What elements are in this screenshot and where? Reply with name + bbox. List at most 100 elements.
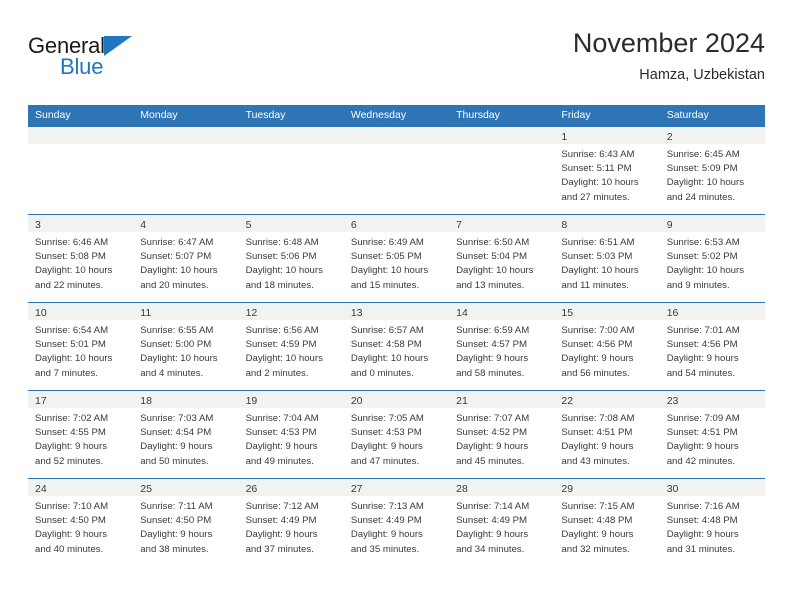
daylight-line-2: and 4 minutes. — [140, 367, 204, 379]
day-number-bar: 15 — [554, 303, 660, 320]
day-cell[interactable]: 16 Sunrise: 7:01 AM Sunset: 4:56 PM Dayl… — [659, 303, 765, 390]
daylight-line-1: Daylight: 10 hours — [35, 353, 113, 365]
sunset-line: Sunset: 5:00 PM — [140, 339, 212, 351]
day-number-bar: 29 — [554, 479, 660, 496]
day-number-bar: 17 — [28, 391, 134, 408]
day-cell[interactable]: 27 Sunrise: 7:13 AM Sunset: 4:49 PM Dayl… — [343, 479, 450, 566]
day-cell[interactable]: 13 Sunrise: 6:57 AM Sunset: 4:58 PM Dayl… — [343, 303, 450, 390]
day-number-bar: 19 — [238, 391, 344, 408]
day-cell[interactable]: 20 Sunrise: 7:05 AM Sunset: 4:53 PM Dayl… — [343, 391, 450, 478]
day-cell[interactable]: 8 Sunrise: 6:51 AM Sunset: 5:03 PM Dayli… — [554, 215, 660, 302]
sunset-line: Sunset: 5:01 PM — [35, 339, 106, 351]
day-number-bar: 2 — [659, 127, 765, 144]
day-number-bar: 6 — [343, 215, 450, 232]
day-number-bar — [238, 127, 344, 144]
daylight-line-2: and 42 minutes. — [666, 455, 735, 467]
day-cell[interactable]: 2 Sunrise: 6:45 AM Sunset: 5:09 PM Dayli… — [659, 127, 765, 214]
day-details: Sunrise: 7:10 AM Sunset: 4:50 PM Dayligh… — [28, 496, 133, 557]
day-cell[interactable] — [343, 127, 450, 214]
day-cell[interactable]: 26 Sunrise: 7:12 AM Sunset: 4:49 PM Dayl… — [238, 479, 344, 566]
day-cell[interactable] — [28, 127, 134, 214]
day-cell[interactable]: 7 Sunrise: 6:50 AM Sunset: 5:04 PM Dayli… — [449, 215, 555, 302]
page-header: General Blue November 2024 Hamza, Uzbeki… — [28, 26, 765, 98]
day-cell[interactable]: 24 Sunrise: 7:10 AM Sunset: 4:50 PM Dayl… — [28, 479, 134, 566]
day-cell[interactable]: 9 Sunrise: 6:53 AM Sunset: 5:02 PM Dayli… — [659, 215, 765, 302]
day-cell[interactable]: 4 Sunrise: 6:47 AM Sunset: 5:07 PM Dayli… — [133, 215, 239, 302]
page-subtitle: Hamza, Uzbekistan — [639, 67, 765, 83]
day-cell[interactable]: 11 Sunrise: 6:55 AM Sunset: 5:00 PM Dayl… — [133, 303, 239, 390]
sunset-line: Sunset: 4:56 PM — [666, 339, 738, 351]
day-number: 29 — [561, 483, 574, 495]
sunset-line: Sunset: 4:50 PM — [140, 515, 212, 527]
day-cell[interactable]: 28 Sunrise: 7:14 AM Sunset: 4:49 PM Dayl… — [449, 479, 555, 566]
daylight-line-1: Daylight: 9 hours — [245, 441, 318, 453]
daylight-line-1: Daylight: 10 hours — [350, 265, 429, 277]
daylight-line-1: Daylight: 10 hours — [35, 265, 113, 277]
day-number: 20 — [350, 395, 363, 407]
weekday-header-tuesday: Tuesday — [245, 109, 286, 121]
day-details: Sunrise: 7:00 AM Sunset: 4:56 PM Dayligh… — [554, 320, 659, 381]
day-number: 7 — [456, 219, 462, 231]
sunrise-line: Sunrise: 6:59 AM — [456, 325, 530, 336]
general-blue-logo[interactable]: General Blue — [28, 34, 208, 86]
day-details — [239, 144, 344, 148]
sunset-line: Sunset: 4:59 PM — [245, 339, 317, 351]
day-cell[interactable]: 5 Sunrise: 6:48 AM Sunset: 5:06 PM Dayli… — [238, 215, 344, 302]
day-cell[interactable]: 1 Sunrise: 6:43 AM Sunset: 5:11 PM Dayli… — [554, 127, 660, 214]
day-cell[interactable] — [449, 127, 555, 214]
daylight-line-1: Daylight: 9 hours — [561, 529, 634, 541]
weekday-header-row: Sunday Monday Tuesday Wednesday Thursday… — [28, 105, 765, 126]
day-cell[interactable]: 14 Sunrise: 6:59 AM Sunset: 4:57 PM Dayl… — [449, 303, 555, 390]
calendar-grid: Sunday Monday Tuesday Wednesday Thursday… — [28, 105, 765, 566]
sunrise-line: Sunrise: 7:11 AM — [140, 501, 213, 512]
day-details: Sunrise: 6:49 AM Sunset: 5:05 PM Dayligh… — [344, 232, 449, 293]
day-details — [449, 144, 554, 148]
sunrise-line: Sunrise: 7:07 AM — [456, 413, 530, 424]
sunrise-line: Sunrise: 6:55 AM — [140, 325, 214, 336]
day-cell[interactable] — [133, 127, 239, 214]
day-cell[interactable]: 15 Sunrise: 7:00 AM Sunset: 4:56 PM Dayl… — [554, 303, 660, 390]
day-cell[interactable]: 19 Sunrise: 7:04 AM Sunset: 4:53 PM Dayl… — [238, 391, 344, 478]
day-number-bar — [133, 127, 239, 144]
day-cell[interactable]: 21 Sunrise: 7:07 AM Sunset: 4:52 PM Dayl… — [449, 391, 555, 478]
day-number: 11 — [140, 307, 152, 319]
day-cell[interactable]: 30 Sunrise: 7:16 AM Sunset: 4:48 PM Dayl… — [659, 479, 765, 566]
day-cell[interactable]: 10 Sunrise: 6:54 AM Sunset: 5:01 PM Dayl… — [28, 303, 134, 390]
sunrise-line: Sunrise: 7:15 AM — [561, 501, 635, 512]
sunset-line: Sunset: 5:07 PM — [140, 251, 212, 263]
day-cell[interactable]: 3 Sunrise: 6:46 AM Sunset: 5:08 PM Dayli… — [28, 215, 134, 302]
day-number-bar: 28 — [449, 479, 555, 496]
daylight-line-2: and 22 minutes. — [35, 279, 104, 291]
day-number-bar: 20 — [343, 391, 450, 408]
day-cell[interactable]: 23 Sunrise: 7:09 AM Sunset: 4:51 PM Dayl… — [659, 391, 765, 478]
day-cell[interactable]: 18 Sunrise: 7:03 AM Sunset: 4:54 PM Dayl… — [133, 391, 239, 478]
day-number-bar: 24 — [28, 479, 134, 496]
daylight-line-2: and 13 minutes. — [456, 279, 525, 291]
day-number: 19 — [245, 395, 258, 407]
day-cell[interactable]: 22 Sunrise: 7:08 AM Sunset: 4:51 PM Dayl… — [554, 391, 660, 478]
daylight-line-1: Daylight: 9 hours — [245, 529, 318, 541]
day-cell[interactable]: 12 Sunrise: 6:56 AM Sunset: 4:59 PM Dayl… — [238, 303, 344, 390]
day-cell[interactable] — [238, 127, 344, 214]
sunset-line: Sunset: 4:51 PM — [561, 427, 633, 439]
day-number: 21 — [456, 395, 468, 407]
day-cell[interactable]: 6 Sunrise: 6:49 AM Sunset: 5:05 PM Dayli… — [343, 215, 450, 302]
day-number: 5 — [245, 219, 252, 231]
sunset-line: Sunset: 4:55 PM — [35, 427, 106, 439]
day-cell[interactable]: 17 Sunrise: 7:02 AM Sunset: 4:55 PM Dayl… — [28, 391, 134, 478]
day-number: 2 — [666, 131, 673, 143]
day-number-bar: 7 — [449, 215, 555, 232]
day-details: Sunrise: 7:04 AM Sunset: 4:53 PM Dayligh… — [239, 408, 344, 469]
day-number-bar — [28, 127, 134, 144]
day-cell[interactable]: 29 Sunrise: 7:15 AM Sunset: 4:48 PM Dayl… — [554, 479, 660, 566]
sunrise-line: Sunrise: 6:50 AM — [456, 237, 530, 248]
day-details: Sunrise: 7:01 AM Sunset: 4:56 PM Dayligh… — [660, 320, 765, 381]
day-cell[interactable]: 25 Sunrise: 7:11 AM Sunset: 4:50 PM Dayl… — [133, 479, 239, 566]
daylight-line-1: Daylight: 10 hours — [561, 177, 639, 189]
daylight-line-1: Daylight: 9 hours — [456, 353, 529, 365]
sunrise-line: Sunrise: 7:05 AM — [350, 413, 424, 424]
day-number: 27 — [350, 483, 363, 495]
day-number-bar: 3 — [28, 215, 134, 232]
sunrise-line: Sunrise: 6:56 AM — [245, 325, 319, 336]
week-row: 1 Sunrise: 6:43 AM Sunset: 5:11 PM Dayli… — [28, 126, 765, 214]
